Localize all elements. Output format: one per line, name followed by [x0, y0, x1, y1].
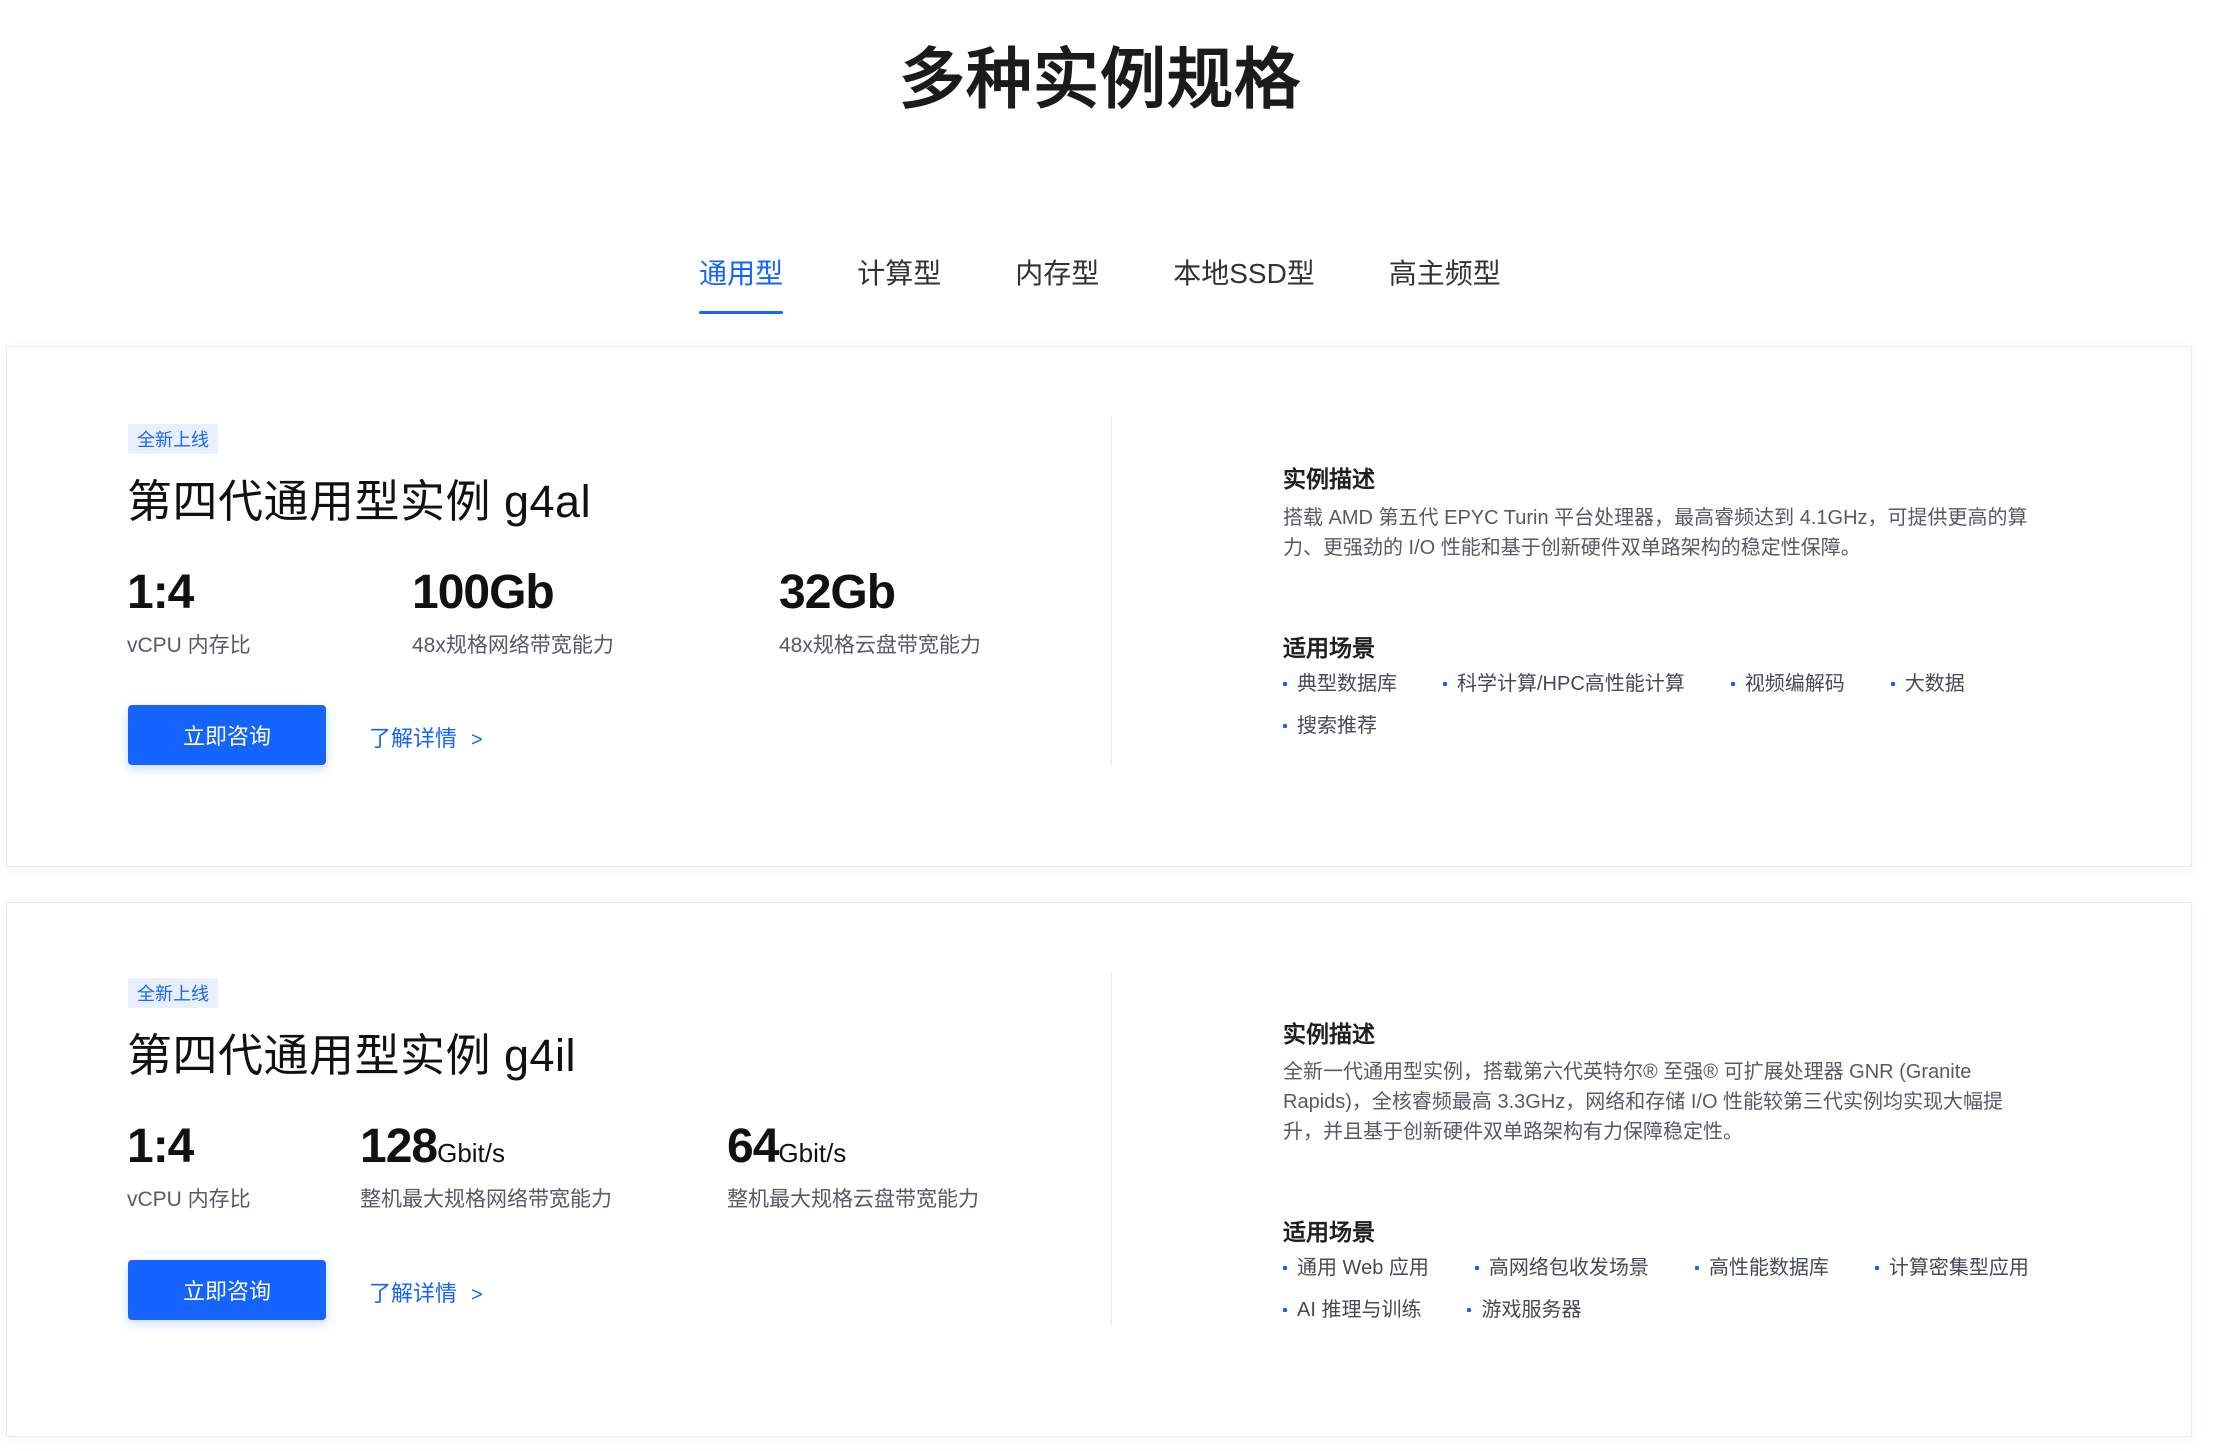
stat-label: vCPU 内存比 — [127, 634, 251, 657]
stat-vcpu-ratio: 1:4 vCPU 内存比 — [127, 565, 251, 659]
bullet-icon — [1694, 1266, 1699, 1270]
scenario-item: 大数据 — [1890, 670, 1965, 698]
bullet-icon — [1730, 682, 1735, 686]
tab-high-frequency[interactable]: 高主频型 — [1389, 252, 1501, 314]
new-badge: 全新上线 — [128, 978, 218, 1008]
scenario-item: 通用 Web 应用 — [1283, 1254, 1429, 1282]
bullet-icon — [1283, 724, 1287, 728]
consult-button[interactable]: 立即咨询 — [128, 705, 326, 765]
description-text: 全新一代通用型实例，搭载第六代英特尔® 至强® 可扩展处理器 GNR (Gran… — [1283, 1061, 2004, 1143]
tab-general[interactable]: 通用型 — [699, 252, 784, 314]
scenarios-list: 通用 Web 应用 高网络包收发场景 高性能数据库 计算密集型应用 AI 推理与… — [1283, 1254, 2083, 1324]
scenario-item: 视频编解码 — [1730, 670, 1845, 698]
bullet-icon — [1874, 1266, 1879, 1270]
bullet-icon — [1474, 1266, 1479, 1270]
stat-label: vCPU 内存比 — [127, 1188, 251, 1211]
description-heading: 实例描述 — [1283, 466, 1375, 492]
instance-title: 第四代通用型实例 g4al — [127, 476, 592, 527]
page-title: 多种实例规格 — [899, 42, 1301, 116]
scenario-item: 游戏服务器 — [1467, 1296, 1581, 1324]
scenarios-heading: 适用场景 — [1283, 635, 1375, 661]
scenario-item: 高网络包收发场景 — [1474, 1254, 1649, 1282]
instance-title: 第四代通用型实例 g4il — [127, 1030, 577, 1081]
stat-value: 1:4 — [127, 566, 194, 619]
scenario-item: 搜索推荐 — [1283, 712, 1377, 740]
stat-disk-bandwidth: 32Gb 48x规格云盘带宽能力 — [779, 565, 981, 659]
scenario-item: 计算密集型应用 — [1874, 1254, 2029, 1282]
bullet-icon — [1283, 682, 1287, 686]
description-text: 搭载 AMD 第五代 EPYC Turin 平台处理器，最高睿频达到 4.1GH… — [1283, 507, 2028, 559]
description-heading: 实例描述 — [1283, 1021, 1375, 1047]
scenarios-list: 典型数据库 科学计算/HPC高性能计算 视频编解码 大数据 搜索推荐 — [1283, 670, 2083, 740]
stat-network-bandwidth: 100Gb 48x规格网络带宽能力 — [412, 565, 614, 659]
stat-vcpu-ratio: 1:4 vCPU 内存比 — [127, 1119, 251, 1213]
stat-value: 128Gbit/s — [360, 1120, 506, 1173]
bullet-icon — [1443, 682, 1447, 686]
tab-local-ssd[interactable]: 本地SSD型 — [1173, 252, 1315, 314]
stat-value: 32Gb — [779, 566, 896, 619]
scenario-item: AI 推理与训练 — [1283, 1296, 1421, 1324]
scenario-item: 典型数据库 — [1283, 670, 1397, 698]
learn-more-link[interactable]: 了解详情 > — [369, 1276, 483, 1308]
stat-disk-bandwidth: 64Gbit/s 整机最大规格云盘带宽能力 — [727, 1119, 979, 1213]
tab-compute[interactable]: 计算型 — [857, 252, 941, 314]
vertical-divider — [1111, 417, 1112, 765]
stat-label: 48x规格网络带宽能力 — [412, 634, 614, 657]
learn-more-link[interactable]: 了解详情 > — [369, 721, 483, 753]
stat-label: 整机最大规格网络带宽能力 — [360, 1188, 612, 1211]
stat-network-bandwidth: 128Gbit/s 整机最大规格网络带宽能力 — [360, 1119, 612, 1213]
bullet-icon — [1890, 682, 1895, 686]
stat-label: 整机最大规格云盘带宽能力 — [727, 1188, 979, 1211]
new-badge: 全新上线 — [128, 424, 218, 454]
stat-value: 100Gb — [412, 566, 555, 619]
scenario-item: 科学计算/HPC高性能计算 — [1443, 670, 1685, 698]
tab-memory[interactable]: 内存型 — [1015, 252, 1099, 314]
page: 多种实例规格 通用型 计算型 内存型 本地SSD型 高主频型 全新上线 第四代通… — [0, 0, 2233, 1451]
bullet-icon — [1283, 1266, 1287, 1270]
chevron-right-icon: > — [471, 1284, 483, 1306]
stat-value: 64Gbit/s — [727, 1120, 847, 1173]
consult-button[interactable]: 立即咨询 — [128, 1260, 326, 1320]
stat-value: 1:4 — [127, 1120, 194, 1173]
stat-label: 48x规格云盘带宽能力 — [779, 634, 981, 657]
instance-card-g4al: 全新上线 第四代通用型实例 g4al 1:4 vCPU 内存比 100Gb 48… — [6, 346, 2192, 867]
vertical-divider — [1111, 973, 1112, 1325]
bullet-icon — [1283, 1308, 1287, 1312]
scenario-item: 高性能数据库 — [1694, 1254, 1829, 1282]
instance-type-tabs: 通用型 计算型 内存型 本地SSD型 高主频型 — [0, 252, 2200, 314]
bullet-icon — [1467, 1308, 1472, 1312]
instance-card-g4il: 全新上线 第四代通用型实例 g4il 1:4 vCPU 内存比 128Gbit/… — [6, 902, 2192, 1437]
scenarios-heading: 适用场景 — [1283, 1219, 1375, 1245]
chevron-right-icon: > — [471, 729, 483, 751]
